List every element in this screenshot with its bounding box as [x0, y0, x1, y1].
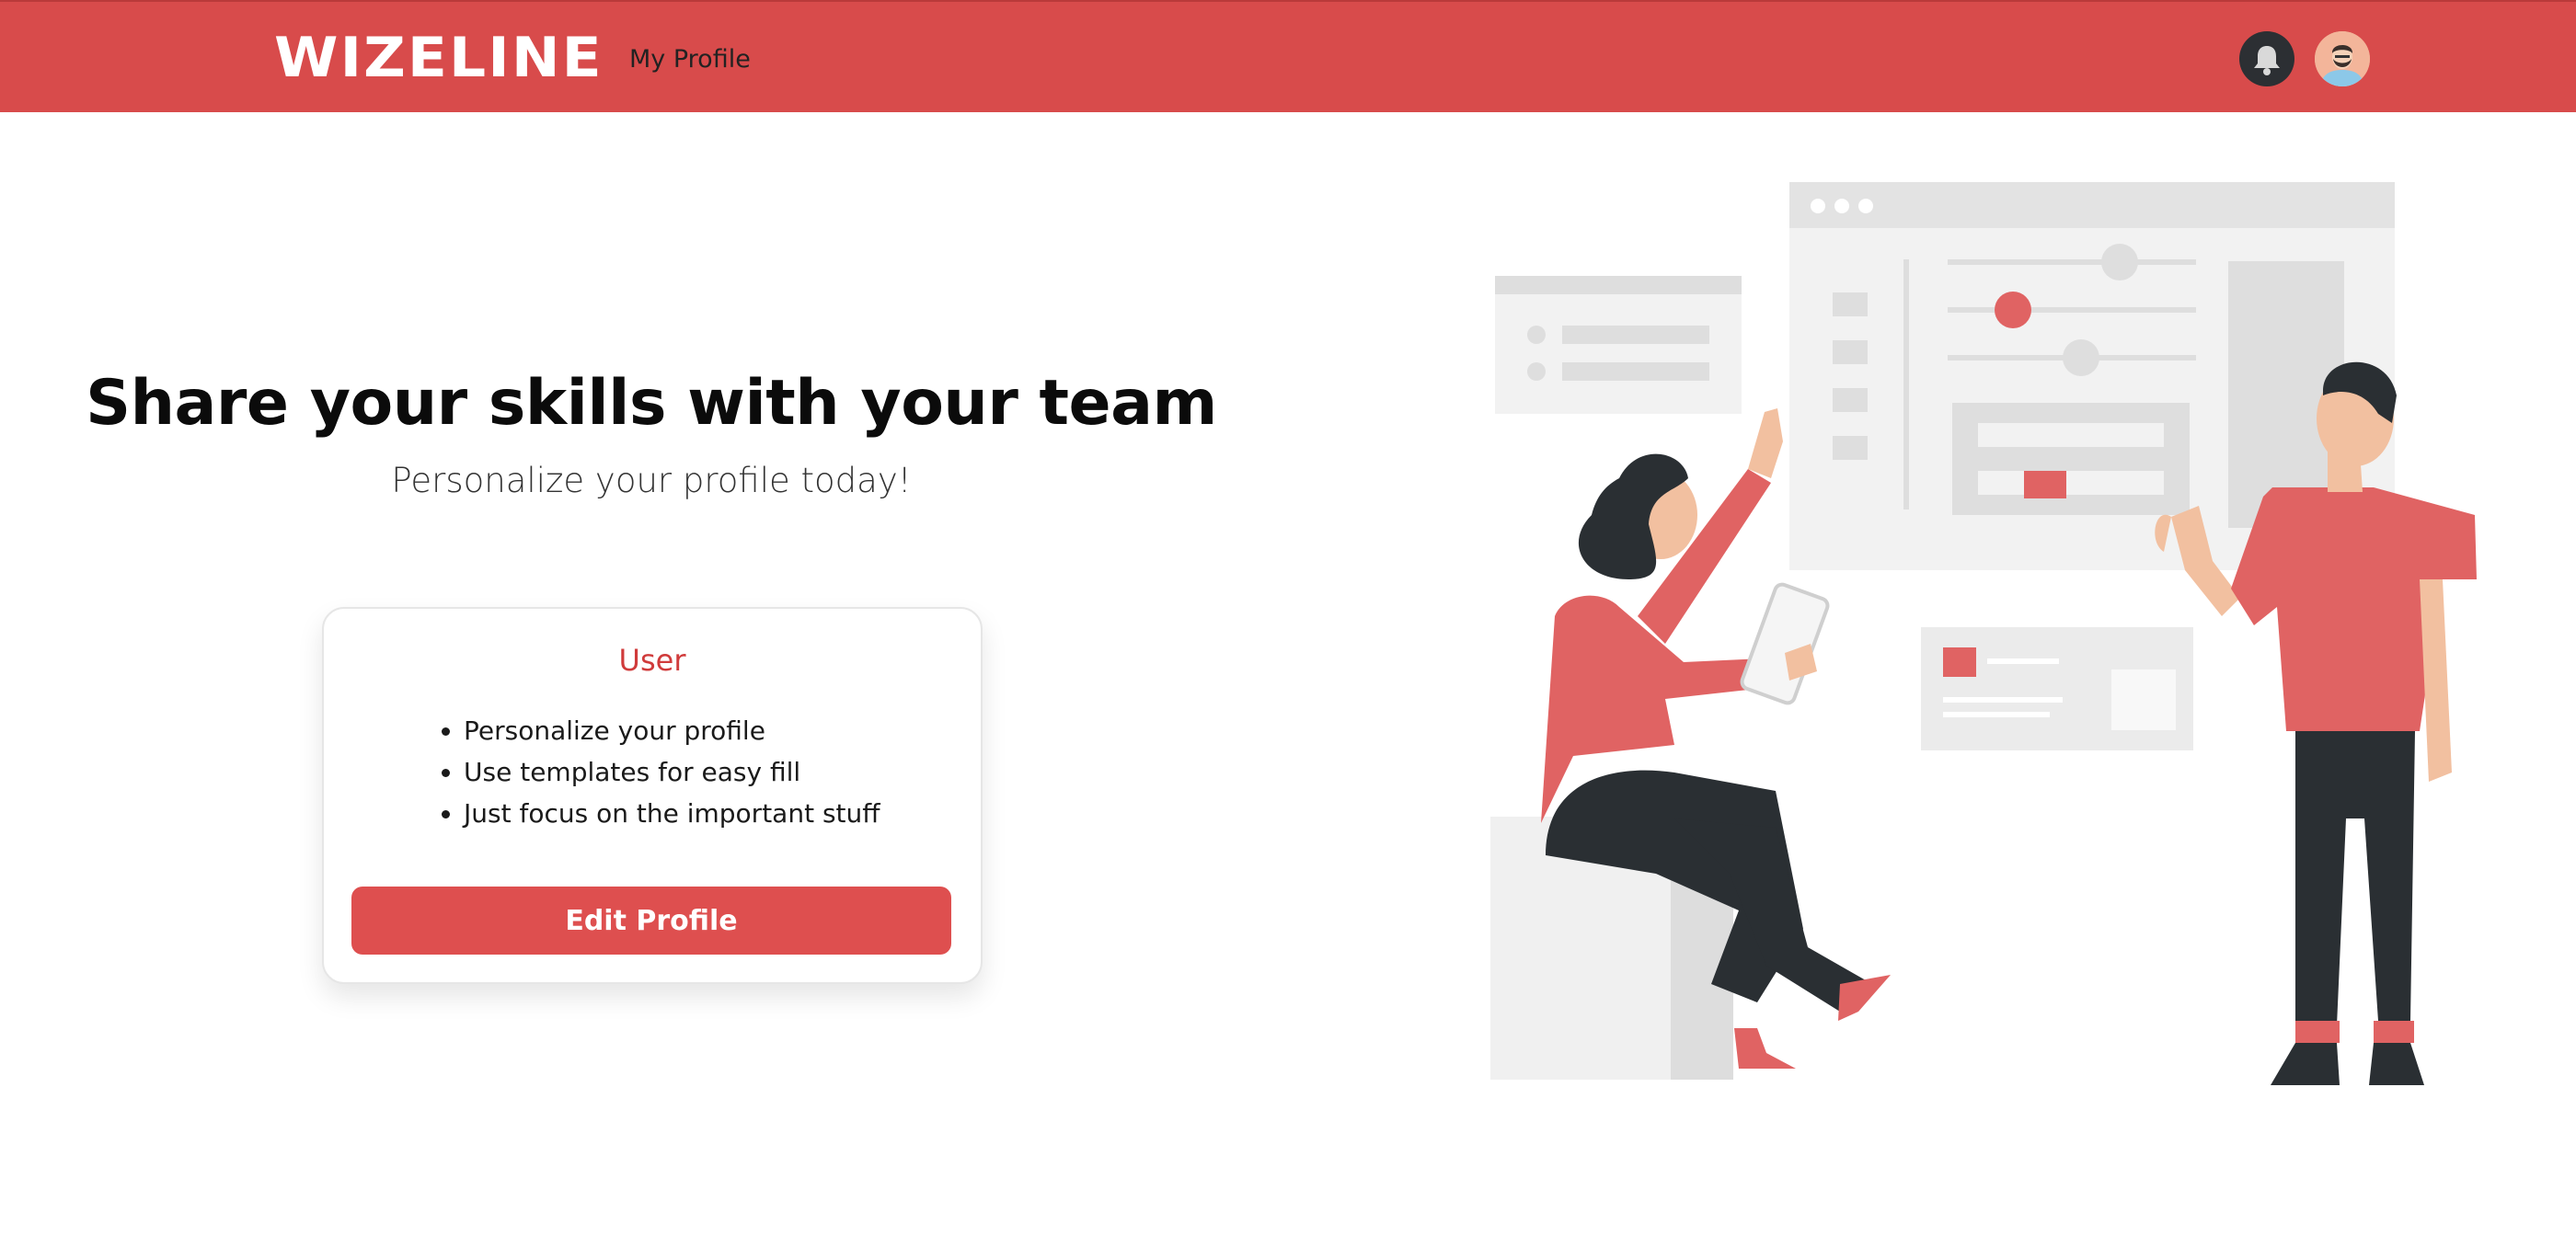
hero-subtitle: Personalize your profile today!	[391, 461, 912, 500]
card-title: User	[618, 643, 686, 678]
hero-title: Share your skills with your team	[86, 366, 1217, 440]
feature-list: Personalize your profile Use templates f…	[425, 710, 880, 834]
user-role-card: User Personalize your profile Use templa…	[322, 607, 983, 984]
top-navbar: WIZELINE My Profile	[0, 0, 2576, 112]
feature-item: Just focus on the important stuff	[464, 793, 880, 834]
feature-item: Personalize your profile	[464, 710, 880, 751]
team-collaboration-illustration	[1454, 175, 2521, 1135]
user-avatar[interactable]	[2315, 31, 2370, 86]
wizeline-logo[interactable]: WIZELINE	[274, 29, 604, 86]
edit-profile-button[interactable]: Edit Profile	[351, 887, 951, 955]
feature-item: Use templates for easy fill	[464, 751, 880, 793]
notifications-bell-icon[interactable]	[2239, 31, 2294, 86]
my-profile-link[interactable]: My Profile	[629, 44, 751, 75]
